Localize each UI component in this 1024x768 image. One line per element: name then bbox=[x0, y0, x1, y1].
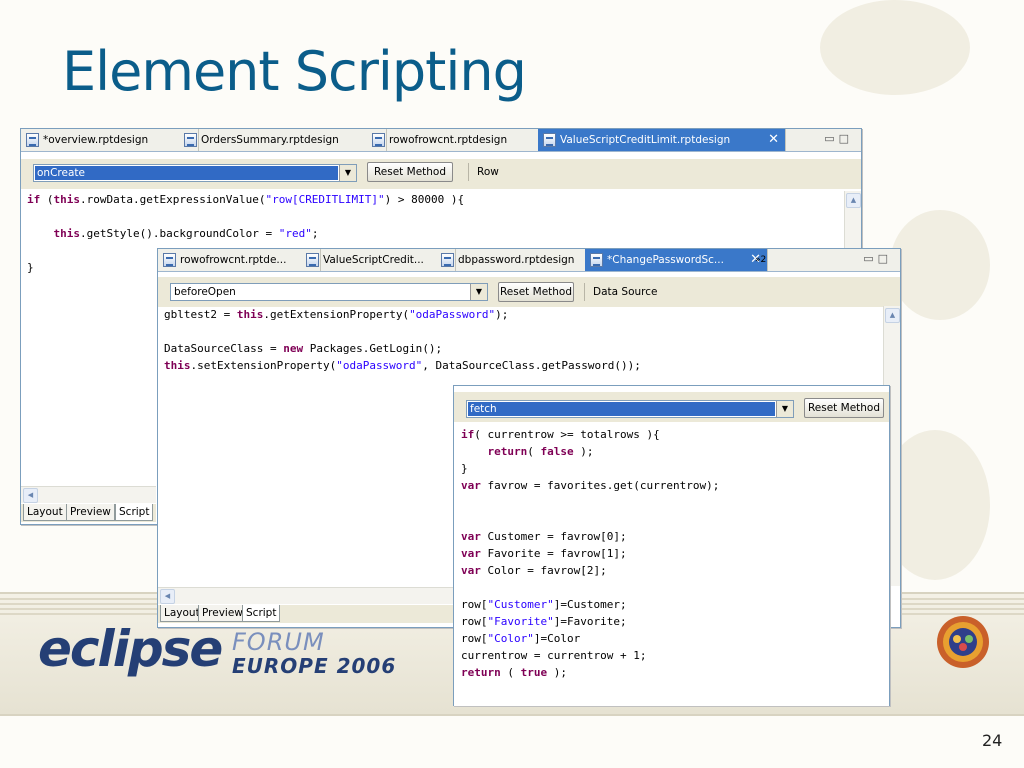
scroll-up-icon[interactable]: ▲ bbox=[846, 193, 861, 208]
script-context-label: Data Source bbox=[584, 283, 657, 301]
method-select[interactable]: onCreate ▼ bbox=[33, 164, 357, 182]
tab-preview[interactable]: Preview bbox=[66, 504, 115, 521]
chevron-down-icon[interactable]: ▼ bbox=[470, 284, 487, 300]
tab-rowofrowcnt[interactable]: rowofrowcnt.rptde... bbox=[158, 249, 321, 271]
code-line: } bbox=[461, 462, 468, 475]
tab-preview[interactable]: Preview bbox=[198, 605, 247, 622]
reset-method-button[interactable]: Reset Method bbox=[367, 162, 453, 182]
code-line: gbltest2 = this.getExtensionProperty("od… bbox=[164, 308, 509, 321]
code-line: this.setExtensionProperty("odaPassword",… bbox=[164, 359, 641, 372]
code-line: if (this.rowData.getExpressionValue("row… bbox=[27, 193, 465, 206]
tab-rowofrowcnt[interactable]: rowofrowcnt.rptdesign bbox=[367, 129, 558, 151]
minimize-maximize-icon[interactable]: ▭□ bbox=[863, 252, 892, 265]
code-line: return ( true ); bbox=[461, 666, 567, 679]
chevron-down-icon[interactable]: ▼ bbox=[339, 165, 356, 181]
tab-script[interactable]: Script bbox=[242, 605, 281, 622]
code-line: return( false ); bbox=[487, 445, 594, 458]
tab-dbpassword[interactable]: dbpassword.rptdesign bbox=[436, 249, 605, 271]
tab-overflow-chevron-icon[interactable]: »2 bbox=[752, 249, 781, 271]
forum-emblem-icon bbox=[937, 616, 989, 668]
code-line: row["Customer"]=Customer; bbox=[461, 598, 627, 611]
minimize-maximize-icon[interactable]: ▭□ bbox=[824, 132, 853, 145]
reset-method-button[interactable]: Reset Method bbox=[498, 282, 574, 302]
report-file-icon bbox=[590, 253, 603, 267]
report-file-icon bbox=[543, 133, 556, 147]
background-circle bbox=[890, 210, 990, 320]
report-file-icon bbox=[372, 133, 385, 147]
code-line: DataSourceClass = new Packages.GetLogin(… bbox=[164, 342, 443, 355]
code-line: row["Favorite"]=Favorite; bbox=[461, 615, 627, 628]
report-file-icon bbox=[184, 133, 197, 147]
horizontal-scrollbar[interactable]: ◀ bbox=[21, 486, 156, 503]
scroll-left-icon[interactable]: ◀ bbox=[23, 488, 38, 503]
script-toolbar: fetch ▼ Reset Method bbox=[454, 392, 889, 422]
script-context-label: Row bbox=[468, 163, 499, 181]
tab-layout[interactable]: Layout bbox=[23, 504, 67, 521]
editor-tab-bar: rowofrowcnt.rptde... ValueScriptCredit..… bbox=[158, 249, 900, 272]
code-line: var favrow = favorites.get(currentrow); bbox=[461, 479, 720, 492]
logo-europe-text: EUROPE 2006 bbox=[232, 654, 397, 678]
scroll-left-icon[interactable]: ◀ bbox=[160, 589, 175, 604]
code-line: var Favorite = favrow[1]; bbox=[461, 547, 627, 560]
tab-orders-summary[interactable]: OrdersSummary.rptdesign bbox=[179, 129, 387, 151]
code-line: this.getStyle().backgroundColor = "red"; bbox=[53, 227, 319, 240]
chevron-down-icon[interactable]: ▼ bbox=[776, 401, 793, 417]
bottom-view-tabs: Layout Preview Script bbox=[158, 605, 454, 623]
bottom-view-tabs: Layout Preview Script bbox=[21, 504, 156, 522]
reset-method-button[interactable]: Reset Method bbox=[804, 398, 884, 418]
script-code-area[interactable]: if( currentrow >= totalrows ){ return( f… bbox=[454, 426, 889, 706]
report-file-icon bbox=[441, 253, 454, 267]
logo-forum-text: FORUM bbox=[232, 628, 325, 656]
method-select[interactable]: fetch ▼ bbox=[466, 400, 794, 418]
tab-script[interactable]: Script bbox=[115, 504, 154, 521]
report-file-icon bbox=[306, 253, 319, 267]
code-line: if( currentrow >= totalrows ){ bbox=[461, 428, 660, 441]
tab-value-script-credit-limit[interactable]: ValueScriptCreditLimit.rptdesign ✕ bbox=[538, 129, 786, 151]
eclipse-logo: eclipse bbox=[38, 620, 223, 678]
code-line: currentrow = currentrow + 1; bbox=[461, 649, 647, 662]
slide-title: Element Scripting bbox=[62, 40, 527, 103]
code-line: var Customer = favrow[0]; bbox=[461, 530, 627, 543]
script-toolbar: onCreate ▼ Reset Method Row bbox=[21, 159, 861, 189]
report-file-icon bbox=[163, 253, 176, 267]
code-line: var Color = favrow[2]; bbox=[461, 564, 607, 577]
editor-tab-bar: *overview.rptdesign OrdersSummary.rptdes… bbox=[21, 129, 861, 152]
scroll-up-icon[interactable]: ▲ bbox=[885, 308, 900, 323]
editor-window-fetch: fetch ▼ Reset Method if( currentrow >= t… bbox=[453, 385, 890, 706]
close-tab-icon[interactable]: ✕ bbox=[768, 129, 779, 151]
background-circle bbox=[820, 0, 970, 95]
report-file-icon bbox=[26, 133, 39, 147]
page-number: 24 bbox=[982, 731, 1003, 750]
script-toolbar: beforeOpen ▼ Reset Method Data Source bbox=[158, 277, 900, 307]
code-line: row["Color"]=Color bbox=[461, 632, 581, 645]
tab-overview[interactable]: *overview.rptdesign bbox=[21, 129, 199, 151]
horizontal-scrollbar[interactable]: ◀ bbox=[158, 587, 454, 604]
tab-change-password-script[interactable]: *ChangePasswordSc... ✕ bbox=[585, 249, 768, 271]
tab-value-script-credit[interactable]: ValueScriptCredit... bbox=[301, 249, 456, 271]
method-select[interactable]: beforeOpen ▼ bbox=[170, 283, 488, 301]
